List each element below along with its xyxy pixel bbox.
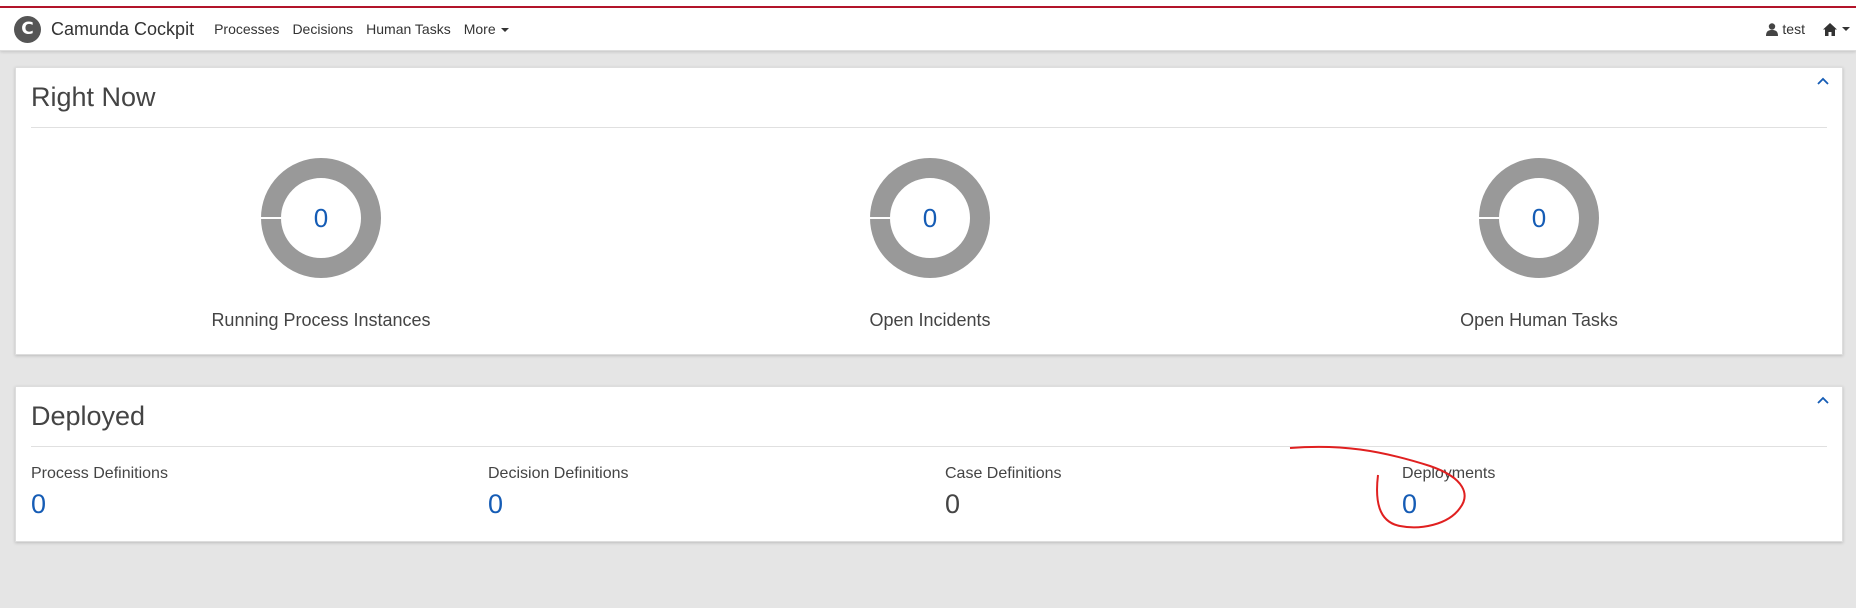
right-now-title: Right Now [31,82,156,112]
home-menu[interactable] [1823,22,1850,36]
deployed-label: Process Definitions [31,465,168,482]
nav-decisions[interactable]: Decisions [292,21,353,37]
stat-value[interactable]: 0 [1479,158,1599,278]
home-icon [1823,22,1837,36]
deployed-process-definitions[interactable]: Process Definitions 0 [31,465,168,520]
user-icon [1766,22,1779,36]
caret-down-icon [500,28,509,33]
panel-divider [31,446,1827,447]
stat-value[interactable]: 0 [261,158,381,278]
main-nav: Processes Decisions Human Tasks More [214,21,522,37]
collapse-icon[interactable] [1816,395,1830,407]
stat-running-process-instances[interactable]: 0 Running Process Instances [171,158,471,331]
user-name: test [1782,21,1805,37]
stat-open-human-tasks[interactable]: 0 Open Human Tasks [1389,158,1689,331]
deployed-value[interactable]: 0 [488,489,629,520]
donut-chart[interactable]: 0 [261,158,381,278]
brand[interactable]: C Camunda Cockpit [14,15,195,43]
deployed-decision-definitions[interactable]: Decision Definitions 0 [488,465,629,520]
top-navbar: C Camunda Cockpit Processes Decisions Hu… [0,8,1856,51]
donut-chart[interactable]: 0 [1479,158,1599,278]
deployed-panel: Deployed Process Definitions 0 Decision … [15,386,1843,542]
nav-more-dropdown[interactable]: More [464,21,509,37]
deployed-case-definitions: Case Definitions 0 [945,465,1062,520]
stat-value[interactable]: 0 [870,158,990,278]
stat-label: Running Process Instances [211,310,431,330]
deployed-title: Deployed [31,401,146,431]
deployed-label: Decision Definitions [488,465,629,482]
stat-label: Open Human Tasks [1460,310,1618,330]
nav-more-label: More [463,21,496,37]
user-menu[interactable]: test [1766,21,1805,37]
top-accent-line [0,0,1856,8]
camunda-logo-icon: C [14,15,41,43]
app-title: Camunda Cockpit [51,18,195,39]
nav-human-tasks[interactable]: Human Tasks [366,21,451,37]
nav-processes[interactable]: Processes [214,21,279,37]
deployed-value[interactable]: 0 [31,489,168,520]
right-now-panel: Right Now 0 Running Process Instances 0 … [15,67,1843,355]
caret-down-icon [1842,27,1850,31]
panel-divider [31,127,1827,128]
deployed-label: Case Definitions [945,465,1062,482]
stat-open-incidents[interactable]: 0 Open Incidents [780,158,1080,331]
stat-label: Open Incidents [869,310,991,330]
collapse-icon[interactable] [1816,76,1830,88]
donut-chart[interactable]: 0 [870,158,990,278]
red-circle-annotation [1289,445,1466,529]
deployed-value: 0 [945,489,961,519]
